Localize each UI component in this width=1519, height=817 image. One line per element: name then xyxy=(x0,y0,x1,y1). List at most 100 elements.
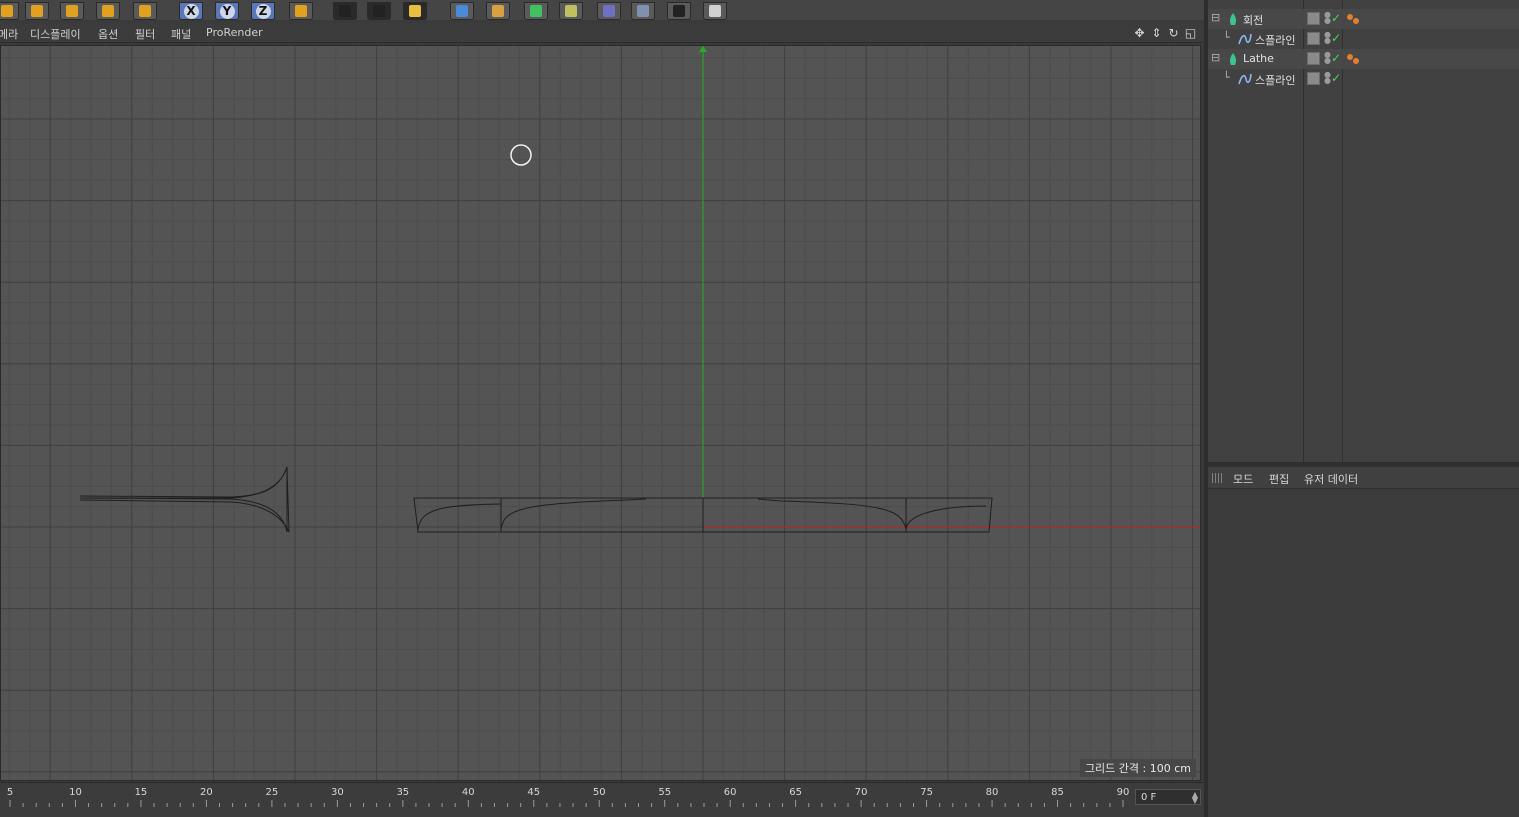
tree-collapse-icon[interactable]: ⊟ xyxy=(1211,51,1220,64)
viewport-canvas[interactable] xyxy=(1,46,1201,781)
rotate-button[interactable] xyxy=(93,0,123,20)
object-name[interactable]: Lathe xyxy=(1243,52,1274,65)
front-viewport[interactable]: 그리드 간격 : 100 cm xyxy=(0,45,1201,781)
render-view-button[interactable] xyxy=(330,0,360,20)
camera-icon-glyph xyxy=(673,5,685,17)
rotate-partial-icon xyxy=(0,2,19,20)
layer-visibility-icon[interactable] xyxy=(1307,72,1320,85)
object-name[interactable]: 스플라인 xyxy=(1255,32,1295,48)
timeline-tick-label: 60 xyxy=(723,787,737,798)
subdivision-button[interactable] xyxy=(521,0,551,20)
cube-primitive-icon xyxy=(450,2,474,20)
dolly-view-icon[interactable]: ⇕ xyxy=(1149,25,1164,40)
timeline-tick-label: 90 xyxy=(1116,787,1130,798)
phong-tag-icon[interactable] xyxy=(1346,53,1362,68)
lock-z-button[interactable]: Z xyxy=(248,0,278,20)
attr-menu-user-data[interactable]: 유저 데이터 xyxy=(1304,471,1358,487)
light-icon-glyph xyxy=(709,5,721,17)
layer-visibility-icon[interactable] xyxy=(1307,52,1320,65)
main-toolbar: X Y Z xyxy=(0,0,1204,20)
deformer-button[interactable] xyxy=(594,0,624,20)
rotate-partial-button[interactable] xyxy=(0,0,22,20)
lathe-icon xyxy=(1226,12,1240,26)
render-picture-viewer-button[interactable] xyxy=(364,0,394,20)
grip-icon[interactable] xyxy=(1212,473,1224,483)
lock-y-icon: Y xyxy=(215,2,239,20)
light-button[interactable] xyxy=(700,0,730,20)
object-row-lathe[interactable]: ⊟ 회전 ● ● ✓ xyxy=(1208,9,1519,29)
cube-primitive-icon-glyph xyxy=(456,5,468,17)
phong-tag-icon[interactable] xyxy=(1346,13,1362,28)
floor-icon xyxy=(631,2,655,20)
move-button[interactable] xyxy=(22,0,52,20)
spline-icon xyxy=(1238,72,1252,86)
lock-x-button[interactable]: X xyxy=(176,0,206,20)
array-generator-button[interactable] xyxy=(556,0,586,20)
timeline-tick-label: 45 xyxy=(527,787,541,798)
layer-visibility-icon[interactable] xyxy=(1307,12,1320,25)
tree-branch-icon: └ xyxy=(1223,71,1230,84)
timeline-tick-label: 15 xyxy=(134,787,148,798)
enabled-check-icon[interactable]: ✓ xyxy=(1331,31,1341,45)
render-view-icon-glyph xyxy=(339,5,351,17)
timeline-ticks xyxy=(9,800,1124,807)
camera-button[interactable] xyxy=(664,0,694,20)
grid-minor-lines xyxy=(1,46,1200,780)
object-row-spline[interactable]: └ 스플라인 ● ● ✓ xyxy=(1208,29,1519,49)
subdivision-icon-glyph xyxy=(530,5,542,17)
floor-icon-glyph xyxy=(637,5,649,17)
live-selection-icon-glyph xyxy=(139,5,151,17)
spline-pen-button[interactable] xyxy=(483,0,513,20)
spline-pen-icon-glyph xyxy=(492,5,504,17)
menu-camera[interactable]: 메라 xyxy=(0,26,18,42)
timeline-tick-label: 65 xyxy=(789,787,803,798)
coordinate-system-button[interactable] xyxy=(286,0,316,20)
enabled-check-icon[interactable]: ✓ xyxy=(1331,51,1341,65)
menu-panel[interactable]: 패널 xyxy=(171,26,191,42)
current-frame-field[interactable]: 0 F ▲ ▼ xyxy=(1135,789,1201,805)
coordinate-system-icon xyxy=(289,2,313,20)
lock-y-icon-glyph: Y xyxy=(219,3,235,19)
coordinate-system-icon-glyph xyxy=(295,5,307,17)
pan-view-icon[interactable]: ✥ xyxy=(1132,25,1147,40)
attr-menu-mode[interactable]: 모드 xyxy=(1233,471,1253,487)
enabled-check-icon[interactable]: ✓ xyxy=(1331,71,1341,85)
lock-y-button[interactable]: Y xyxy=(212,0,242,20)
cube-primitive-button[interactable] xyxy=(447,0,477,20)
object-manager: ⊟ 회전 ● ● ✓ └ 스플라인 ● ● ✓ ⊟ Lathe ● ● ✓ └ 스플라인 ● ● ✓ xyxy=(1208,0,1519,462)
scale-button[interactable] xyxy=(57,0,87,20)
timeline-tick-label: 50 xyxy=(592,787,606,798)
object-row-lathe[interactable]: ⊟ Lathe ● ● ✓ xyxy=(1208,49,1519,69)
y-axis-arrow xyxy=(699,46,707,52)
menu-filter[interactable]: 필터 xyxy=(135,26,155,42)
live-selection-icon xyxy=(133,2,157,20)
object-row-spline[interactable]: └ 스플라인 ● ● ✓ xyxy=(1208,69,1519,89)
tree-collapse-icon[interactable]: ⊟ xyxy=(1211,11,1220,24)
floor-button[interactable] xyxy=(628,0,658,20)
camera-icon xyxy=(667,2,691,20)
attr-menu-edit[interactable]: 편집 xyxy=(1269,471,1289,487)
live-selection-button[interactable] xyxy=(130,0,160,20)
frame-spinner-icon[interactable]: ▲ ▼ xyxy=(1192,791,1198,805)
menu-prorender[interactable]: ProRender xyxy=(206,26,263,39)
render-settings-icon-glyph xyxy=(409,5,421,17)
move-icon-glyph xyxy=(31,5,43,17)
object-name[interactable]: 회전 xyxy=(1243,12,1263,28)
current-frame-value: 0 F xyxy=(1141,792,1157,803)
enabled-check-icon[interactable]: ✓ xyxy=(1331,11,1341,25)
layer-visibility-icon[interactable] xyxy=(1307,32,1320,45)
timeline-ruler[interactable]: 5 10 15 20 25 30 35 40 45 50 55 60 65 70 75 80 85 90 xyxy=(0,782,1204,817)
maximize-view-icon[interactable]: ◱ xyxy=(1183,25,1198,40)
menu-options[interactable]: 옵션 xyxy=(98,26,118,42)
spline-icon xyxy=(1238,32,1252,46)
scale-icon-glyph xyxy=(66,5,78,17)
object-name[interactable]: 스플라인 xyxy=(1255,72,1295,88)
array-generator-icon xyxy=(559,2,583,20)
rotate-icon xyxy=(96,2,120,20)
rotate-view-icon[interactable]: ↻ xyxy=(1166,25,1181,40)
menu-display[interactable]: 디스플레이 xyxy=(30,26,81,42)
render-picture-viewer-icon-glyph xyxy=(373,5,385,17)
lathe-icon xyxy=(1226,52,1240,66)
render-settings-button[interactable] xyxy=(400,0,430,20)
subdivision-icon xyxy=(524,2,548,20)
